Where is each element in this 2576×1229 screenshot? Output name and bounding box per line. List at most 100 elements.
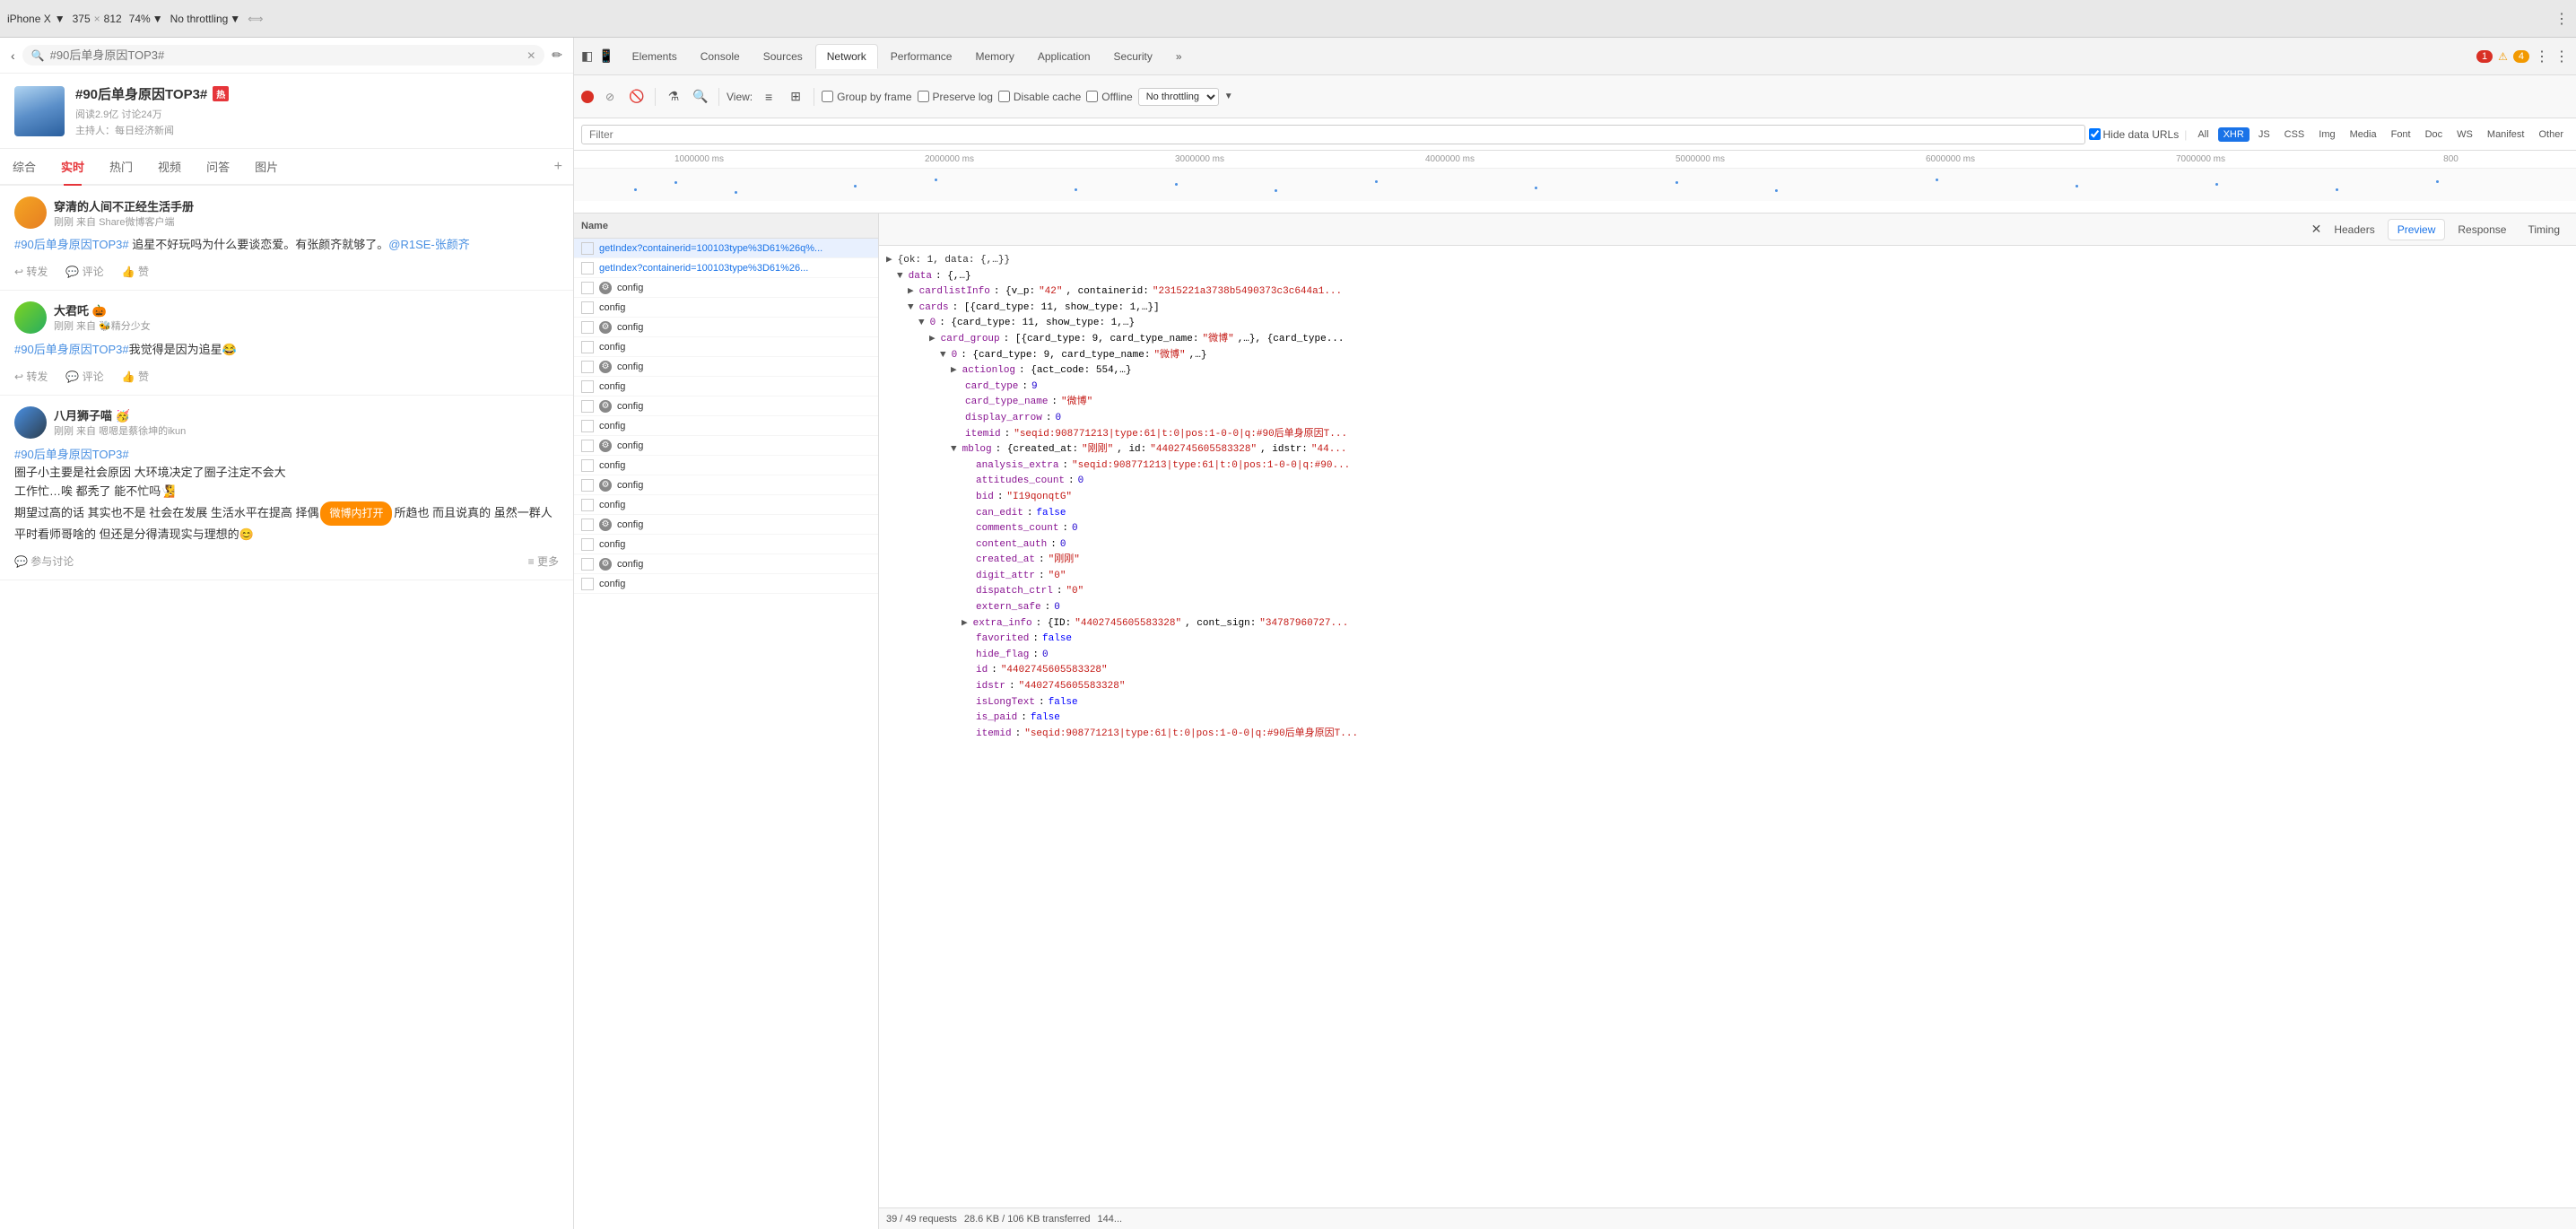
more-button-3[interactable]: ≡ 更多 — [528, 553, 559, 569]
req-checkbox-14[interactable] — [581, 519, 594, 531]
req-checkbox-10[interactable] — [581, 440, 594, 452]
tab-视频[interactable]: 视频 — [145, 149, 194, 184]
like-button-2[interactable]: 👍 赞 — [122, 369, 149, 384]
filter-manifest[interactable]: Manifest — [2482, 127, 2530, 142]
request-item-16[interactable]: config — [574, 554, 878, 574]
request-item-5[interactable]: config — [574, 337, 878, 357]
req-checkbox-2[interactable] — [581, 282, 594, 294]
json-collapse-extra-info[interactable]: ▶ — [962, 616, 968, 632]
clear-button[interactable]: 🚫 — [626, 86, 648, 108]
tab-图片[interactable]: 图片 — [242, 149, 291, 184]
json-collapse-actionlog[interactable]: ▶ — [951, 363, 957, 379]
req-checkbox-15[interactable] — [581, 538, 594, 551]
tab-实时[interactable]: 实时 — [48, 149, 97, 184]
detail-tab-preview[interactable]: Preview — [2388, 219, 2446, 240]
filter-doc[interactable]: Doc — [2420, 127, 2449, 142]
feed-link-1[interactable]: #90后单身原因TOP3# — [14, 238, 129, 251]
request-item-3[interactable]: config — [574, 298, 878, 318]
req-checkbox-5[interactable] — [581, 341, 594, 353]
view-list-button[interactable]: ≡ — [758, 86, 779, 108]
devtools-mobile-icon[interactable]: 📱 — [598, 48, 614, 64]
request-item-2[interactable]: config — [574, 278, 878, 298]
filter-input[interactable] — [581, 125, 2085, 144]
tab-add-button[interactable]: + — [544, 152, 573, 182]
req-checkbox-9[interactable] — [581, 420, 594, 432]
request-item-15[interactable]: config — [574, 535, 878, 554]
filter-other[interactable]: Other — [2533, 127, 2569, 142]
req-checkbox-12[interactable] — [581, 479, 594, 492]
req-checkbox-0[interactable] — [581, 242, 594, 255]
detail-tab-response[interactable]: Response — [2449, 220, 2515, 240]
comment-button-1[interactable]: 💬 评论 — [65, 264, 103, 279]
comment-button-2[interactable]: 💬 评论 — [65, 369, 103, 384]
request-item-10[interactable]: config — [574, 436, 878, 456]
req-checkbox-7[interactable] — [581, 380, 594, 393]
req-checkbox-6[interactable] — [581, 361, 594, 373]
device-selector[interactable]: iPhone X ▼ — [7, 13, 65, 25]
request-item-12[interactable]: config — [574, 475, 878, 495]
filter-css[interactable]: CSS — [2279, 127, 2311, 142]
req-checkbox-3[interactable] — [581, 301, 594, 314]
record-button[interactable] — [581, 91, 594, 103]
request-item-11[interactable]: config — [574, 456, 878, 475]
back-button[interactable]: ‹ — [11, 48, 15, 63]
tab-more[interactable]: » — [1165, 45, 1193, 68]
tab-memory[interactable]: Memory — [964, 45, 1024, 68]
filter-img[interactable]: Img — [2313, 127, 2340, 142]
request-item-0[interactable]: getIndex?containerid=100103type%3D61%26q… — [574, 239, 878, 258]
filter-font[interactable]: Font — [2386, 127, 2416, 142]
offline-checkbox[interactable] — [1086, 91, 1098, 102]
tab-问答[interactable]: 问答 — [194, 149, 242, 184]
discuss-button-3[interactable]: 💬 参与讨论 — [14, 553, 74, 569]
repost-button-2[interactable]: ↩ 转发 — [14, 369, 48, 384]
json-collapse-cards-0[interactable]: ▼ — [918, 316, 925, 332]
tab-performance[interactable]: Performance — [880, 45, 963, 68]
tab-elements[interactable]: Elements — [622, 45, 688, 68]
view-screenshot-button[interactable]: ⊞ — [785, 86, 806, 108]
search-input[interactable] — [50, 48, 522, 62]
tab-console[interactable]: Console — [690, 45, 751, 68]
filter-xhr[interactable]: XHR — [2218, 127, 2250, 142]
json-collapse-mblog[interactable]: ▼ — [951, 442, 957, 458]
json-tree[interactable]: ▶ {ok: 1, data: {,…}} ▼ data: {,…} ▶ car… — [879, 246, 2576, 1207]
request-item-8[interactable]: config — [574, 397, 878, 416]
req-checkbox-11[interactable] — [581, 459, 594, 472]
req-checkbox-16[interactable] — [581, 558, 594, 571]
tab-热门[interactable]: 热门 — [97, 149, 145, 184]
request-item-9[interactable]: config — [574, 416, 878, 436]
req-checkbox-8[interactable] — [581, 400, 594, 413]
search-box[interactable]: 🔍 ✕ — [22, 45, 545, 65]
json-collapse-cards[interactable]: ▼ — [908, 301, 914, 317]
filter-toggle-button[interactable]: ⚗ — [663, 86, 684, 108]
feed-link-2[interactable]: #90后单身原因TOP3# — [14, 343, 129, 356]
request-item-1[interactable]: getIndex?containerid=100103type%3D61%26.… — [574, 258, 878, 278]
json-collapse-root[interactable]: ▶ — [886, 253, 892, 269]
mobile-content[interactable]: ‹ 🔍 ✕ ✏ #90后单身原因TOP3# 热 — [0, 38, 573, 1229]
req-checkbox-13[interactable] — [581, 499, 594, 511]
devtools-more-icon[interactable]: ⋮ — [2554, 48, 2569, 65]
filter-ws[interactable]: WS — [2451, 127, 2478, 142]
json-collapse-card-group[interactable]: ▶ — [929, 332, 936, 348]
detail-close-button[interactable]: ✕ — [2311, 222, 2322, 237]
detail-tab-headers[interactable]: Headers — [2325, 220, 2383, 240]
filter-media[interactable]: Media — [2345, 127, 2382, 142]
throttle-selector-top[interactable]: No throttling ▼ — [170, 13, 241, 25]
edit-button[interactable]: ✏ — [552, 48, 562, 63]
request-item-14[interactable]: config — [574, 515, 878, 535]
more-icon[interactable]: ⋮ — [2554, 10, 2569, 28]
req-checkbox-17[interactable] — [581, 578, 594, 590]
stop-button[interactable]: ⊘ — [599, 86, 621, 108]
request-item-13[interactable]: config — [574, 495, 878, 515]
request-item-6[interactable]: config — [574, 357, 878, 377]
tab-security[interactable]: Security — [1103, 45, 1163, 68]
req-checkbox-4[interactable] — [581, 321, 594, 334]
repost-button-1[interactable]: ↩ 转发 — [14, 264, 48, 279]
throttle-selector[interactable]: No throttling — [1138, 88, 1219, 106]
json-collapse-data[interactable]: ▼ — [897, 269, 903, 285]
devtools-settings-icon[interactable]: ⋮ — [2535, 48, 2549, 65]
devtools-left-icon[interactable]: ◧ — [581, 48, 593, 64]
filter-js[interactable]: JS — [2253, 127, 2276, 142]
detail-tab-timing[interactable]: Timing — [2519, 220, 2569, 240]
request-item-17[interactable]: config — [574, 574, 878, 594]
tab-综合[interactable]: 综合 — [0, 149, 48, 184]
